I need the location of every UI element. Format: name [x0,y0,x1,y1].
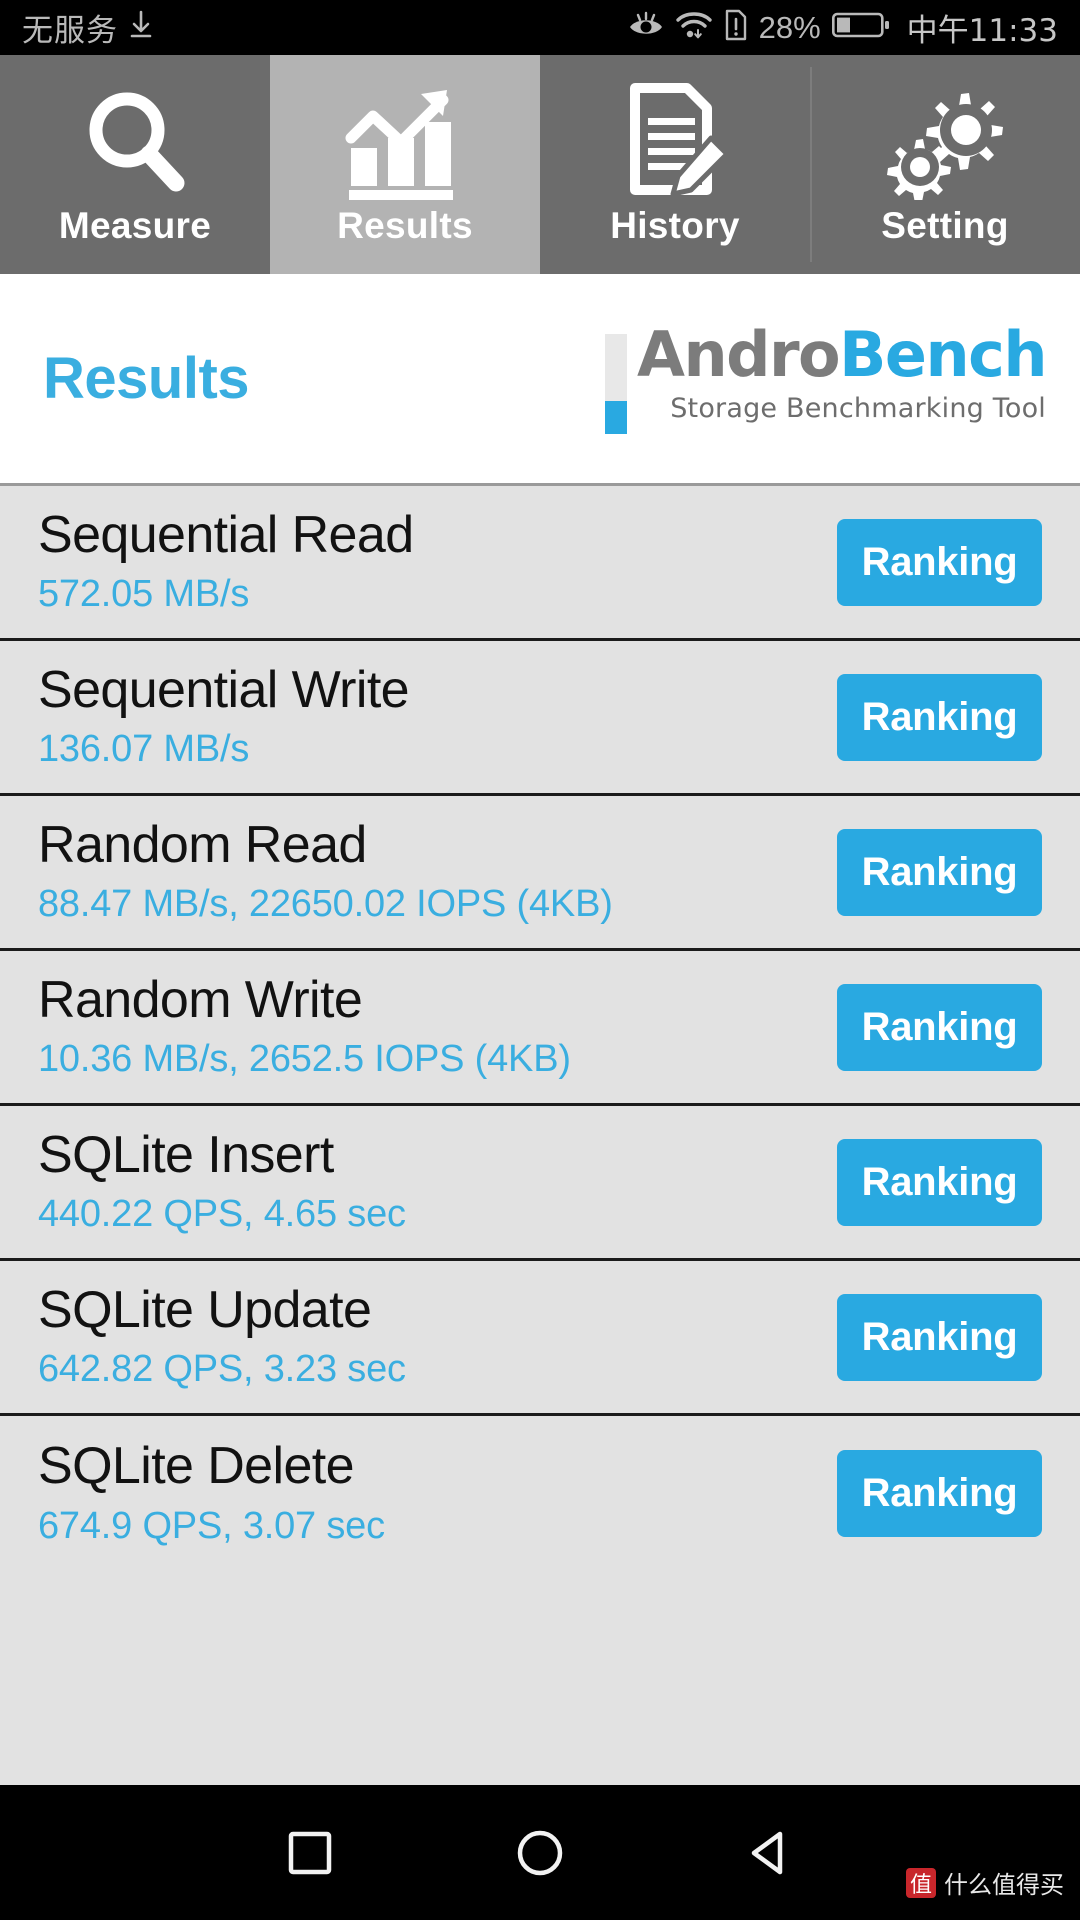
benchmark-name: Random Read [38,815,367,874]
triangle-back-icon[interactable] [730,1813,810,1893]
eye-comfort-icon [628,10,664,45]
table-row[interactable]: SQLite Delete 674.9 QPS, 3.07 sec Rankin… [0,1416,1080,1571]
document-pencil-icon [615,81,735,201]
results-list: Sequential Read 572.05 MB/s Ranking Sequ… [0,486,1080,1571]
benchmark-name: SQLite Delete [38,1437,355,1496]
benchmark-value: 440.22 QPS, 4.65 sec [38,1193,406,1236]
watermark-text: 什么值得买 [944,1871,1064,1899]
benchmark-value: 10.36 MB/s, 2652.5 IOPS (4KB) [38,1038,571,1081]
ranking-button[interactable]: Ranking [837,1138,1042,1226]
system-navigation-bar: 值 什么值得买 [0,1785,1080,1920]
table-row[interactable]: SQLite Update 642.82 QPS, 3.23 sec Ranki… [0,1261,1080,1416]
ranking-button[interactable]: Ranking [837,983,1042,1071]
row-texts: Sequential Write 136.07 MB/s [38,663,837,772]
app-screen: 无服务 28% 中午11:33 Measure Results History … [0,0,1080,1920]
row-texts: SQLite Insert 440.22 QPS, 4.65 sec [38,1128,837,1237]
square-recents-icon[interactable] [270,1813,350,1893]
ranking-button[interactable]: Ranking [837,828,1042,916]
watermark: 值 什么值得买 [906,1865,1064,1900]
logo-bars-icon [604,334,627,434]
row-texts: SQLite Delete 674.9 QPS, 3.07 sec [38,1439,837,1548]
page-header: Results AndroBench Storage Benchmarking … [0,274,1080,486]
ranking-button[interactable]: Ranking [837,1293,1042,1381]
benchmark-name: SQLite Update [38,1280,372,1339]
download-arrow-icon [128,10,154,45]
battery-percent-label: 28% [758,9,821,45]
watermark-badge: 值 [906,1867,936,1898]
ranking-button[interactable]: Ranking [837,518,1042,606]
logo-text: AndroBench Storage Benchmarking Tool [637,324,1048,424]
logo-wordmark-primary: Andro [636,318,841,391]
tab-label-results: Results [337,205,473,246]
table-row[interactable]: Random Read 88.47 MB/s, 22650.02 IOPS (4… [0,796,1080,951]
status-bar-right: 28% 中午11:33 [628,5,1058,50]
carrier-label: 无服务 [22,13,118,49]
table-row[interactable]: Sequential Read 572.05 MB/s Ranking [0,486,1080,641]
tab-results[interactable]: Results [270,55,540,274]
row-texts: Random Read 88.47 MB/s, 22650.02 IOPS (4… [38,818,837,927]
tab-setting[interactable]: Setting [810,55,1080,274]
logo-wordmark-secondary: Bench [839,318,1047,391]
tab-label-setting: Setting [881,205,1009,246]
androbench-logo: AndroBench Storage Benchmarking Tool [604,324,1048,434]
benchmark-name: Sequential Write [38,660,410,719]
table-row[interactable]: SQLite Insert 440.22 QPS, 4.65 sec Ranki… [0,1106,1080,1261]
benchmark-name: Sequential Read [38,505,414,564]
benchmark-value: 572.05 MB/s [38,573,250,616]
status-bar: 无服务 28% 中午11:33 [0,0,1080,55]
bar-chart-growth-icon [343,81,467,201]
logo-bar-top [604,334,627,401]
row-texts: SQLite Update 642.82 QPS, 3.23 sec [38,1283,837,1392]
benchmark-value: 642.82 QPS, 3.23 sec [38,1348,406,1391]
wifi-icon [675,10,713,45]
tab-label-history: History [610,205,740,246]
gears-icon [883,81,1007,201]
status-bar-left: 无服务 [22,5,154,50]
sim-card-alert-icon [724,9,748,46]
benchmark-name: Random Write [38,970,363,1029]
top-tab-bar: Measure Results History Setting [0,55,1080,274]
benchmark-value: 674.9 QPS, 3.07 sec [38,1504,385,1547]
nav-items [270,1813,810,1893]
table-row[interactable]: Sequential Write 136.07 MB/s Ranking [0,641,1080,796]
benchmark-value: 136.07 MB/s [38,728,250,771]
tab-label-measure: Measure [58,205,212,246]
clock-label: 中午11:33 [906,13,1058,49]
battery-icon [831,10,890,45]
page-title: Results [43,346,250,411]
benchmark-value: 88.47 MB/s, 22650.02 IOPS (4KB) [38,883,613,926]
magnifier-icon [75,81,195,201]
circle-home-icon[interactable] [500,1813,580,1893]
logo-wordmark: AndroBench [637,324,1048,386]
logo-bar-bottom [604,400,627,434]
ranking-button[interactable]: Ranking [837,673,1042,761]
row-texts: Sequential Read 572.05 MB/s [38,508,837,617]
row-texts: Random Write 10.36 MB/s, 2652.5 IOPS (4K… [38,973,837,1082]
tab-history[interactable]: History [540,55,810,274]
benchmark-name: SQLite Insert [38,1125,334,1184]
ranking-button[interactable]: Ranking [837,1450,1042,1537]
table-row[interactable]: Random Write 10.36 MB/s, 2652.5 IOPS (4K… [0,951,1080,1106]
logo-tagline: Storage Benchmarking Tool [670,392,1046,424]
tab-measure[interactable]: Measure [0,55,270,274]
